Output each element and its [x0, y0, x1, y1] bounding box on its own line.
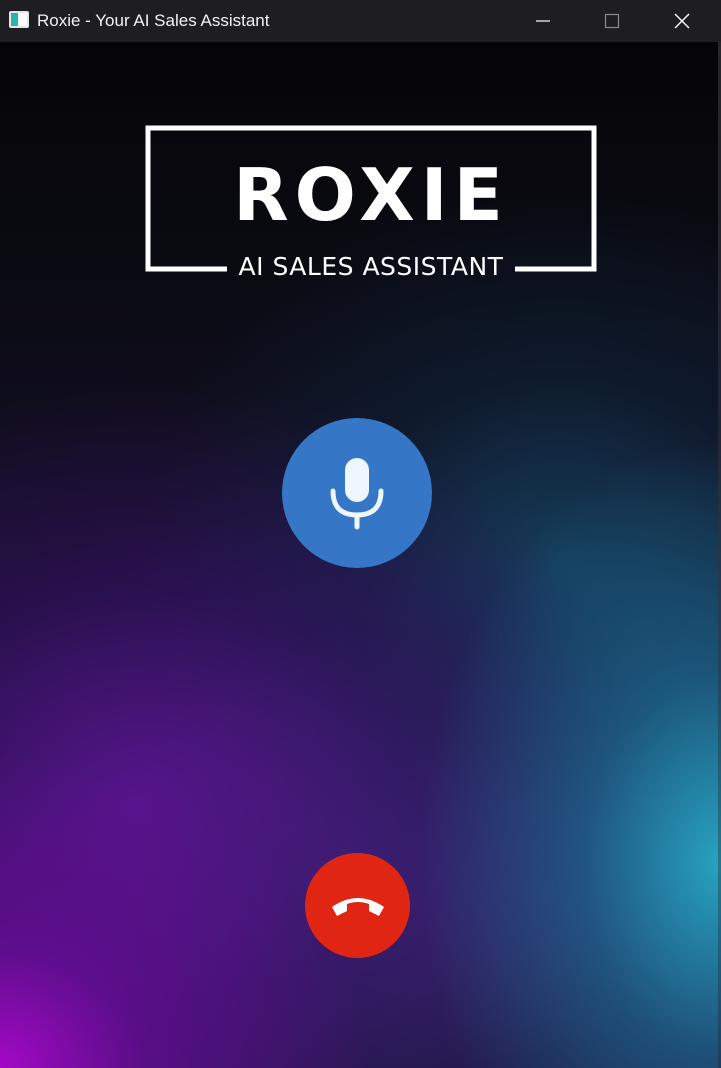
close-icon: [674, 13, 690, 29]
phone-hangup-icon: [331, 897, 384, 916]
maximize-icon: [604, 13, 620, 29]
title-bar[interactable]: Roxie - Your AI Sales Assistant: [0, 0, 721, 42]
maximize-button[interactable]: [577, 0, 647, 42]
hang-up-button[interactable]: [305, 853, 410, 958]
minimize-button[interactable]: [508, 0, 578, 42]
app-window-icon: [9, 11, 29, 28]
logo-tagline: AI SALES ASSISTANT: [238, 252, 504, 281]
close-button[interactable]: [647, 0, 717, 42]
app-window: Roxie - Your AI Sales Assistant ROXIE AI…: [0, 0, 721, 1068]
window-title: Roxie - Your AI Sales Assistant: [37, 11, 270, 30]
roxie-logo: ROXIE AI SALES ASSISTANT: [145, 125, 597, 281]
microphone-button[interactable]: [282, 418, 432, 568]
microphone-icon: [330, 458, 384, 530]
logo-name: ROXIE: [233, 153, 509, 237]
minimize-icon: [536, 20, 550, 22]
